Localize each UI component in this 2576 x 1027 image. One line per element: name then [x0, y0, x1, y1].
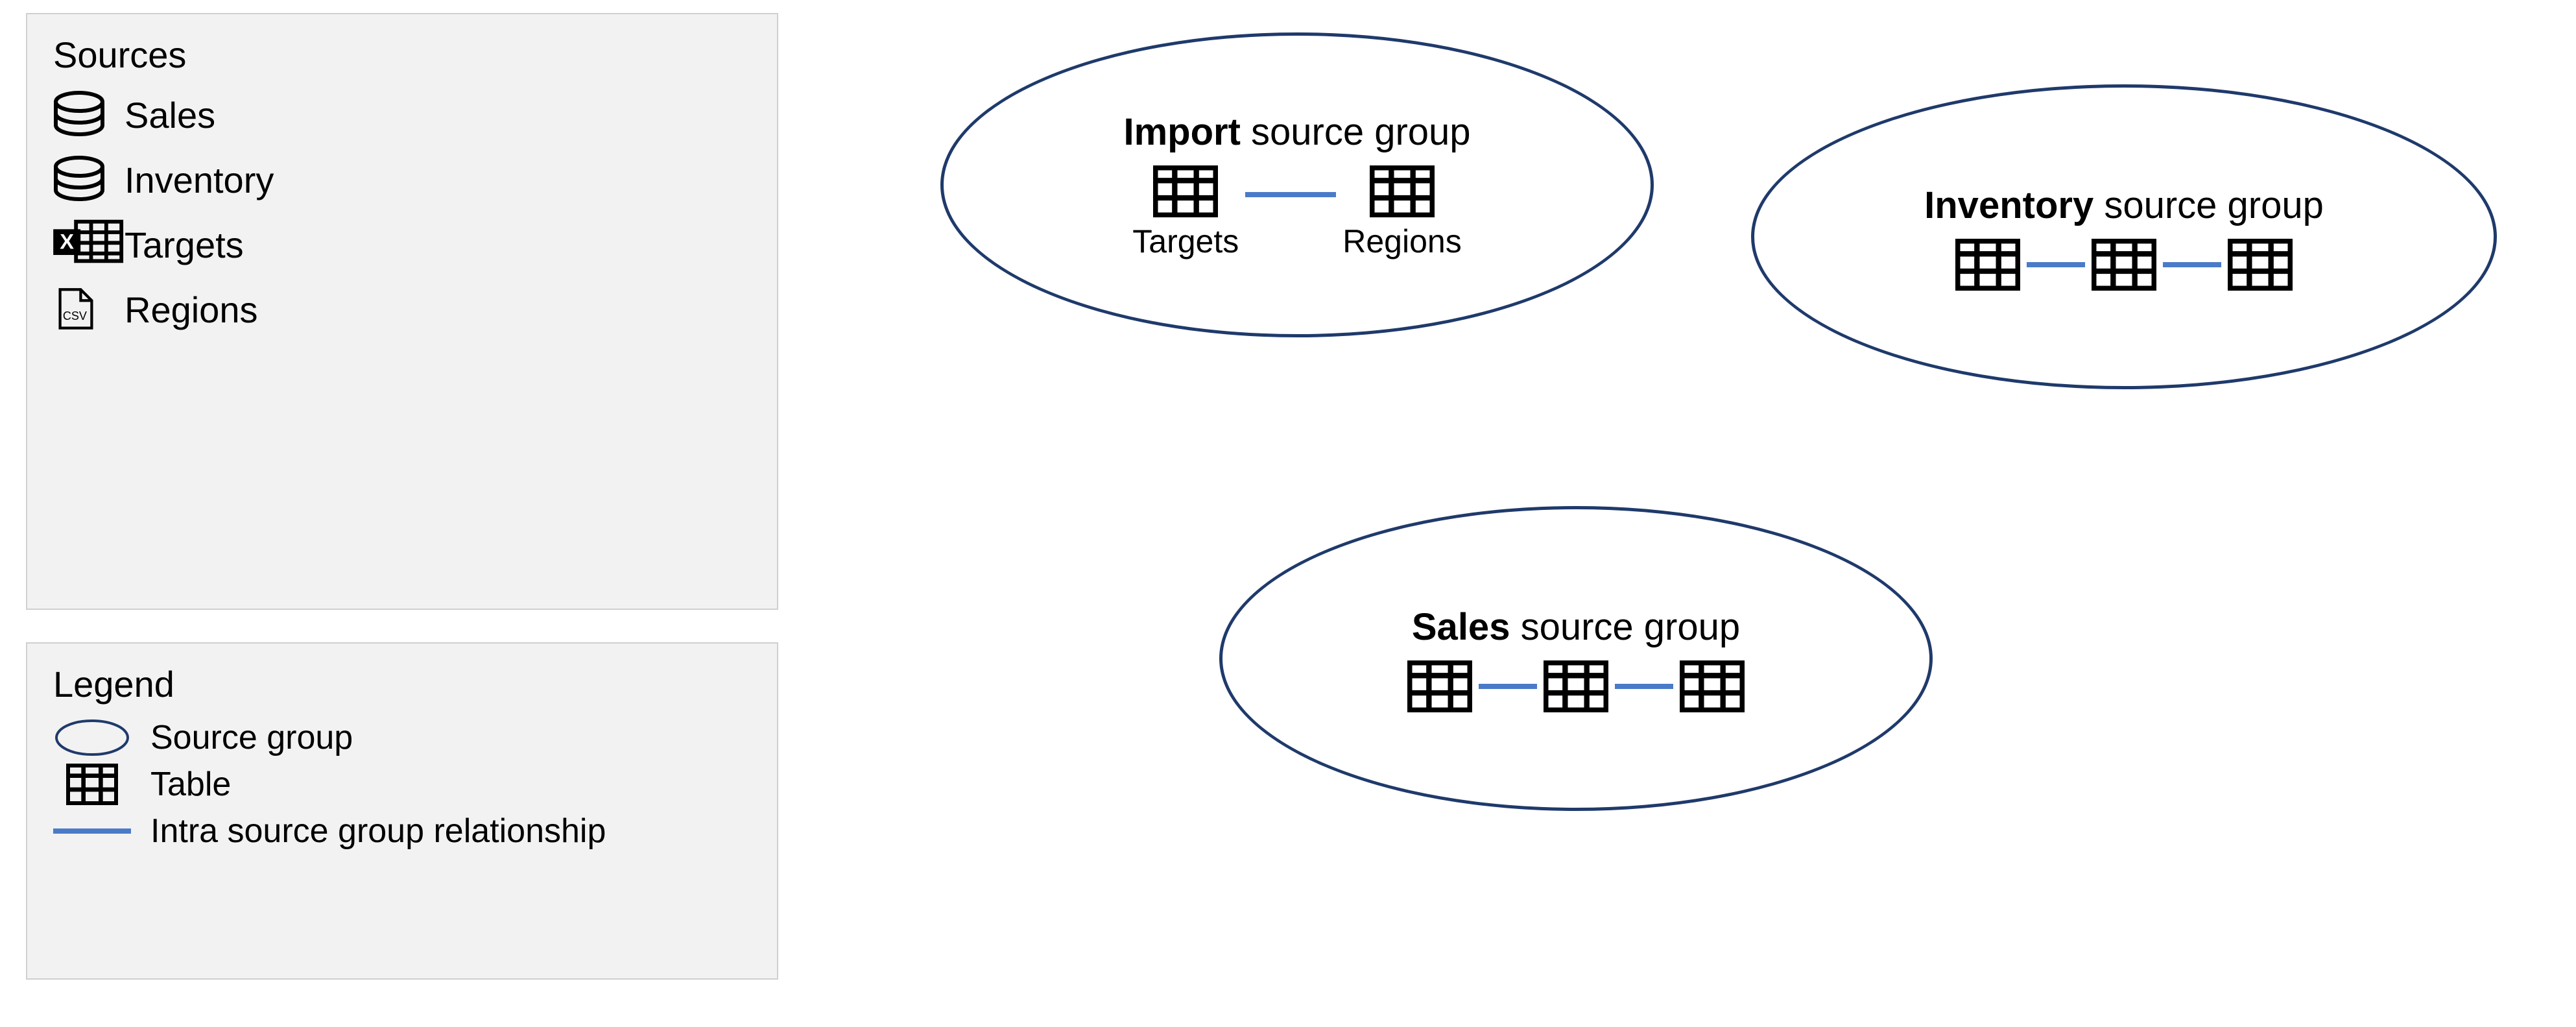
table-icon: [1153, 165, 1218, 217]
inventory-source-group: Inventory source group: [1751, 84, 2497, 389]
table-label: Regions: [1342, 223, 1461, 260]
ellipse-icon: [53, 718, 131, 757]
sources-panel: Sources Sales Inventory Targets Regions: [26, 13, 778, 610]
excel-icon: [53, 219, 105, 271]
sales-source-group: Sales source group: [1219, 506, 1933, 811]
relationship-line: [2163, 262, 2221, 267]
database-icon: [53, 154, 105, 206]
group-title-rest: source group: [1241, 111, 1471, 153]
sources-panel-title: Sources: [53, 34, 751, 76]
table-icon: [1544, 660, 1608, 712]
table-label: Targets: [1132, 223, 1239, 260]
group-title: Sales source group: [1412, 605, 1740, 649]
sources-list: Sales Inventory Targets Regions: [53, 89, 751, 335]
source-item-sales: Sales: [53, 89, 751, 141]
group-title: Import source group: [1123, 110, 1470, 154]
group-title-bold: Inventory: [1924, 184, 2093, 226]
table-icon: [53, 764, 131, 805]
source-label: Inventory: [125, 159, 274, 201]
legend-row-table: Table: [53, 764, 751, 805]
relationship-line: [1615, 684, 1673, 689]
group-title: Inventory source group: [1924, 184, 2324, 227]
legend-row-source-group: Source group: [53, 718, 751, 757]
legend-label: Source group: [150, 718, 353, 757]
tables-row: [1407, 660, 1745, 712]
relationship-line: [1479, 684, 1537, 689]
group-title-bold: Sales: [1412, 606, 1510, 648]
group-title-rest: source group: [2093, 184, 2324, 226]
table-icon: [1680, 660, 1745, 712]
legend-row-relationship: Intra source group relationship: [53, 812, 751, 851]
csv-icon: [53, 284, 105, 335]
source-item-targets: Targets: [53, 219, 751, 271]
source-label: Regions: [125, 289, 257, 331]
table-icon: [2228, 239, 2293, 291]
table-regions: Regions: [1342, 165, 1461, 260]
table-icon: [2092, 239, 2156, 291]
import-source-group: Import source group Targets Regions: [940, 32, 1654, 337]
relationship-line: [1245, 192, 1336, 197]
legend-label: Intra source group relationship: [150, 812, 606, 851]
line-icon: [53, 825, 131, 838]
table-targets: Targets: [1132, 165, 1239, 260]
legend-panel-title: Legend: [53, 663, 751, 705]
database-icon: [53, 89, 105, 141]
group-title-bold: Import: [1123, 111, 1240, 153]
tables-row: [1955, 239, 2293, 291]
table-icon: [1370, 165, 1435, 217]
table-icon: [1407, 660, 1472, 712]
legend-panel: Legend Source group Table Intra source g…: [26, 642, 778, 980]
tables-row: Targets Regions: [1132, 165, 1461, 260]
group-title-rest: source group: [1510, 606, 1740, 648]
source-item-regions: Regions: [53, 284, 751, 335]
source-label: Targets: [125, 224, 244, 266]
source-item-inventory: Inventory: [53, 154, 751, 206]
legend-label: Table: [150, 765, 231, 804]
source-label: Sales: [125, 94, 215, 136]
relationship-line: [2027, 262, 2085, 267]
table-icon: [1955, 239, 2020, 291]
